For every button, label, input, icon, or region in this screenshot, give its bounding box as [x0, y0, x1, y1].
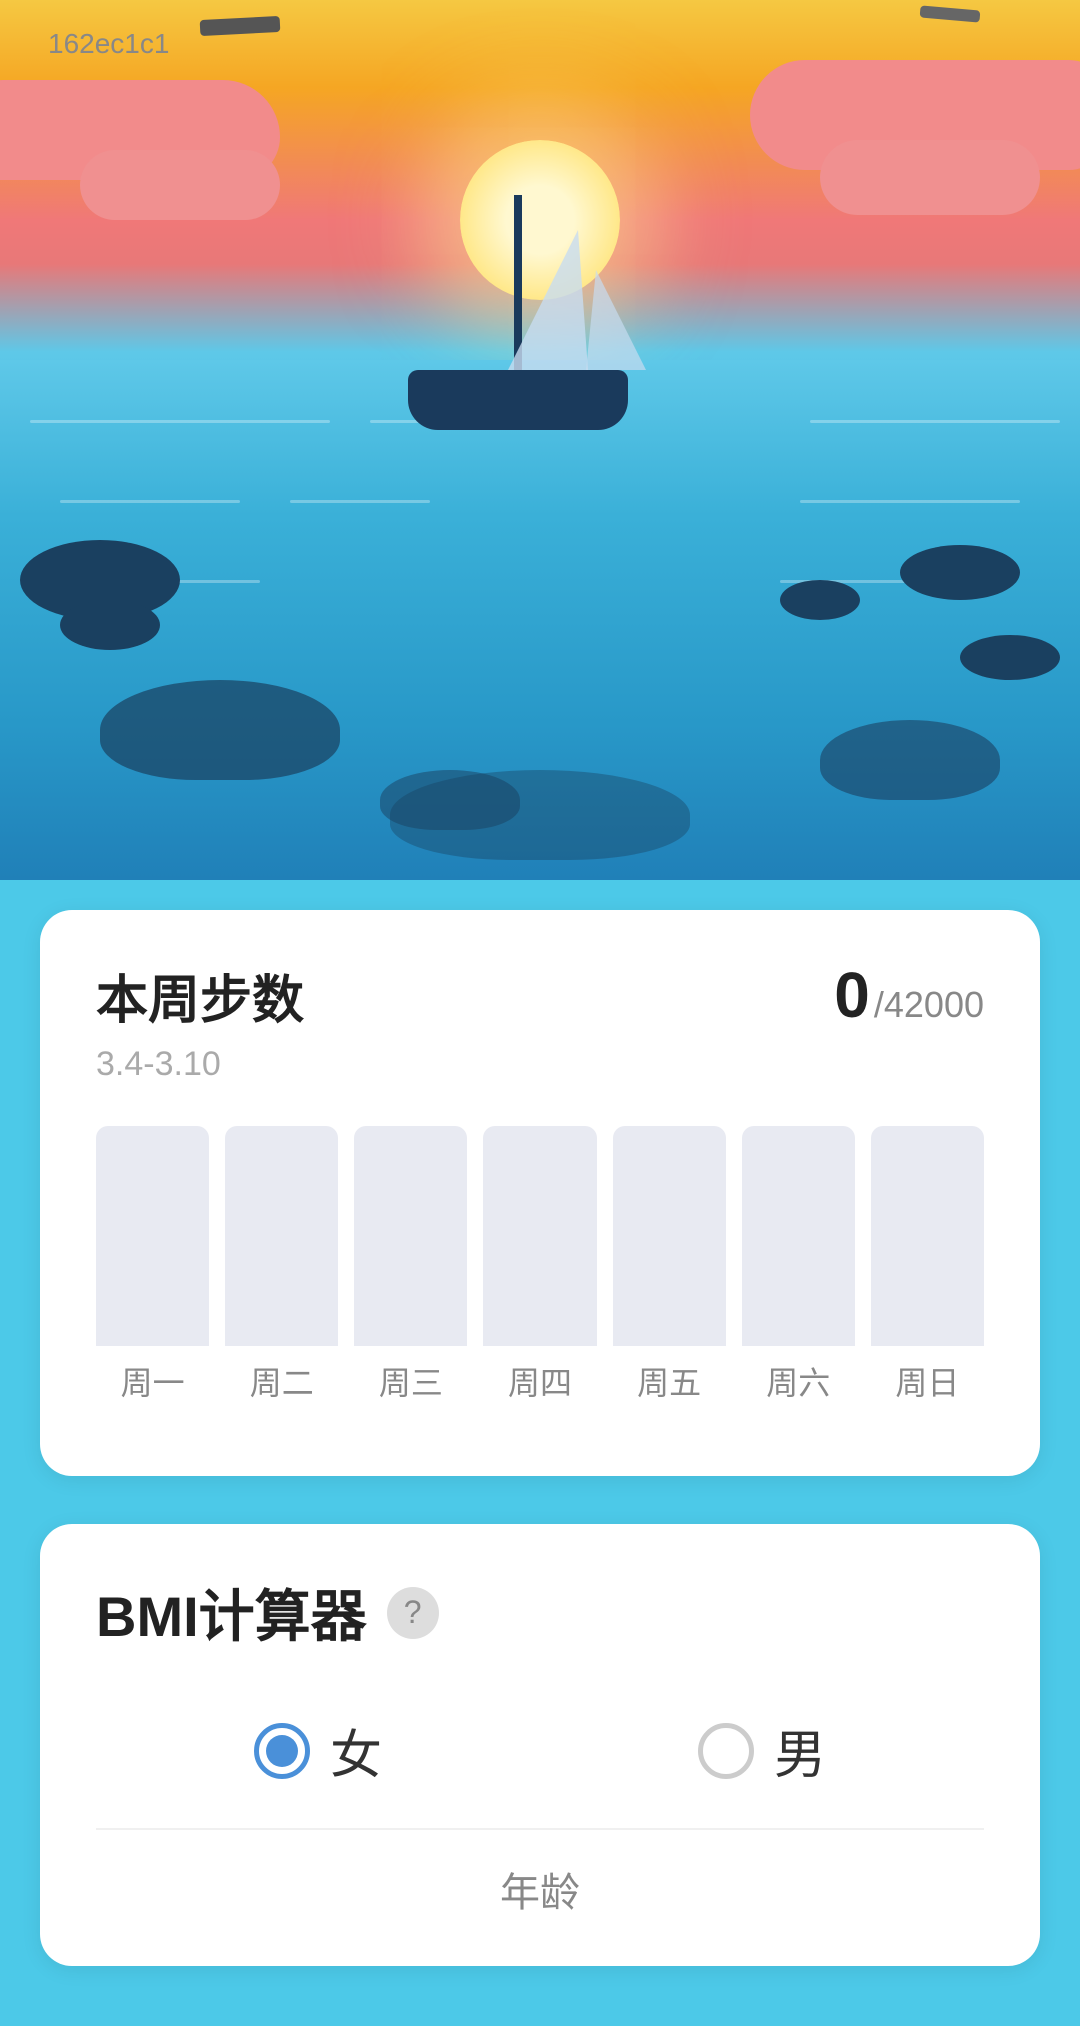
- ship: [408, 330, 628, 430]
- bar-label-tuesday: 周二: [250, 1358, 314, 1404]
- bar-label-wednesday: 周三: [379, 1358, 443, 1404]
- bar-thursday: 周四: [483, 1124, 596, 1404]
- wave-line: [800, 500, 1020, 503]
- wave-line: [810, 420, 1060, 423]
- cloud-right2: [820, 140, 1040, 215]
- rock2: [820, 720, 1000, 800]
- date-range: 3.4-3.10: [96, 1045, 984, 1084]
- gender-selection: 女 男: [96, 1713, 984, 1788]
- steps-bar-chart: 周一 周二 周三 周四: [96, 1124, 984, 1404]
- bar-monday: 周一: [96, 1124, 209, 1404]
- gender-female-option[interactable]: 女: [254, 1713, 382, 1788]
- ship-hull: [408, 370, 628, 430]
- cloud-left2: [80, 150, 280, 220]
- age-label: 年龄: [96, 1860, 984, 1918]
- sea: [0, 360, 1080, 880]
- hero-illustration: 162ec1c1: [0, 0, 1080, 880]
- bar-friday: 周五: [613, 1124, 726, 1404]
- bmi-header: BMI计算器 ?: [96, 1572, 984, 1653]
- bar-label-sunday: 周日: [895, 1358, 959, 1404]
- steps-title: 本周步数: [96, 958, 304, 1033]
- bmi-title: BMI计算器: [96, 1572, 367, 1653]
- gender-male-option[interactable]: 男: [698, 1713, 826, 1788]
- bar-wednesday: 周三: [354, 1124, 467, 1404]
- radio-female-dot: [266, 1735, 298, 1767]
- wave-line: [290, 500, 430, 503]
- debug-tag: 162ec1c1: [48, 28, 169, 60]
- rock1: [100, 680, 340, 780]
- bar-saturday: 周六: [742, 1124, 855, 1404]
- steps-current: 0: [834, 958, 870, 1032]
- content-area: 本周步数 0 /42000 3.4-3.10 周一 周二: [0, 880, 1080, 2026]
- wave-line: [30, 420, 330, 423]
- steps-card-header: 本周步数 0 /42000: [96, 958, 984, 1033]
- bar-label-thursday: 周四: [508, 1358, 572, 1404]
- gender-male-label: 男: [774, 1713, 826, 1788]
- bar-label-saturday: 周六: [766, 1358, 830, 1404]
- bar-tuesday: 周二: [225, 1124, 338, 1404]
- island-right1: [900, 545, 1020, 600]
- help-icon[interactable]: ?: [387, 1587, 439, 1639]
- wave-line: [60, 500, 240, 503]
- island-right3: [960, 635, 1060, 680]
- step-count-display: 0 /42000: [834, 958, 984, 1032]
- bird-icon: [920, 5, 981, 22]
- airplane-icon: [200, 16, 281, 36]
- bar-label-friday: 周五: [637, 1358, 701, 1404]
- radio-female[interactable]: [254, 1723, 310, 1779]
- steps-card: 本周步数 0 /42000 3.4-3.10 周一 周二: [40, 910, 1040, 1476]
- bmi-card: BMI计算器 ? 女 男 年龄: [40, 1524, 1040, 1966]
- gender-female-label: 女: [330, 1713, 382, 1788]
- island-left-top: [60, 600, 160, 650]
- steps-total: /42000: [874, 984, 984, 1026]
- rock4: [390, 770, 690, 860]
- ship-sail-main: [508, 230, 588, 370]
- island-right2: [780, 580, 860, 620]
- ship-sail-front: [586, 270, 646, 370]
- bar-sunday: 周日: [871, 1124, 984, 1404]
- bar-label-monday: 周一: [121, 1358, 185, 1404]
- radio-male[interactable]: [698, 1723, 754, 1779]
- age-section: 年龄: [96, 1828, 984, 1918]
